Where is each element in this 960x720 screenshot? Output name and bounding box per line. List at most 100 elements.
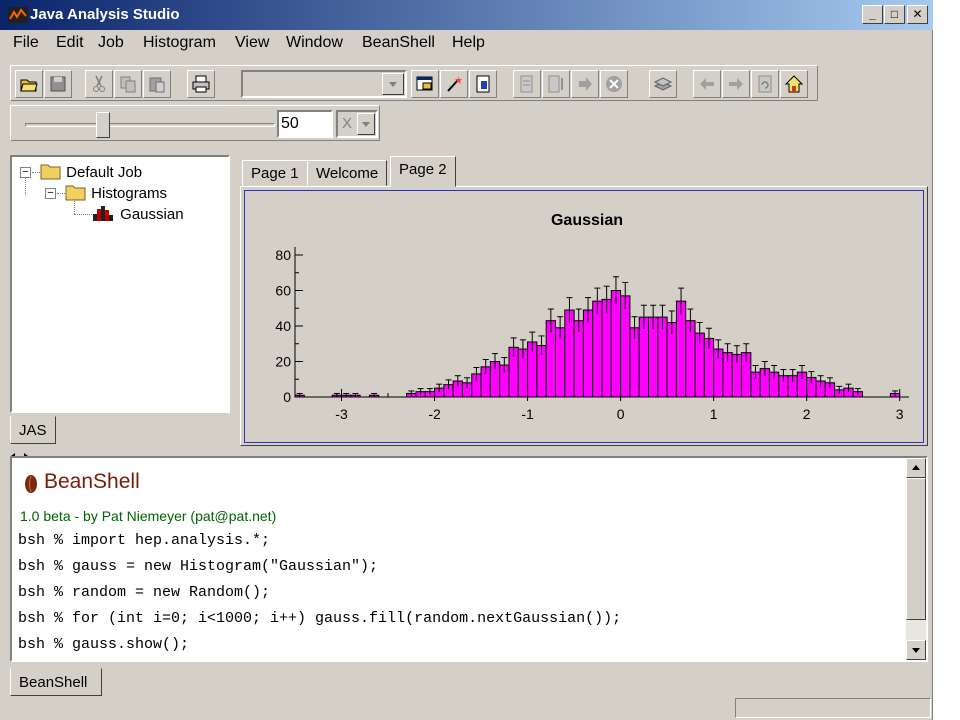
folder-icon: [40, 164, 61, 180]
beanshell-console[interactable]: BeanShell 1.0 beta - by Pat Niemeyer (pa…: [10, 456, 928, 662]
scroll-down-button[interactable]: [906, 640, 926, 660]
back-icon: [700, 78, 714, 90]
forward-icon: [729, 78, 743, 90]
tree-label: Gaussian: [120, 206, 184, 223]
stack-button[interactable]: [649, 70, 677, 98]
y-tick-label: 40: [275, 318, 291, 334]
console-title: BeanShell: [44, 470, 140, 493]
copy-icon: [120, 76, 136, 93]
cut-button[interactable]: [85, 70, 113, 98]
refresh-icon: [758, 75, 772, 93]
x-tick-label: -2: [428, 406, 441, 422]
refresh-button[interactable]: [751, 70, 779, 98]
page-icon: [476, 75, 490, 93]
bin-slider-thumb[interactable]: [95, 112, 110, 138]
bin-count-input[interactable]: [277, 110, 333, 138]
forward-button[interactable]: [722, 70, 750, 98]
y-tick-label: 60: [275, 283, 291, 299]
open-folder-icon: [20, 79, 38, 92]
menu-view[interactable]: View: [235, 34, 269, 52]
menu-histogram[interactable]: Histogram: [143, 34, 216, 52]
x-tick-label: 1: [710, 406, 718, 422]
tab-welcome[interactable]: Welcome: [307, 160, 388, 186]
slider-toolbar: X: [10, 105, 380, 141]
home-button[interactable]: [780, 70, 808, 98]
collapse-toggle-icon[interactable]: −: [20, 167, 31, 178]
histogram-bar: [592, 300, 603, 398]
stop-icon: [606, 76, 622, 92]
open-folder-button[interactable]: [15, 70, 43, 98]
chevron-down-icon[interactable]: [382, 73, 404, 95]
chart-title: Gaussian: [551, 212, 623, 229]
tab-jas[interactable]: JAS: [10, 416, 56, 444]
stop-button[interactable]: [600, 70, 628, 98]
menu-job[interactable]: Job: [98, 34, 124, 52]
histogram-bar: [638, 316, 650, 398]
y-tick-label: 80: [275, 247, 291, 263]
histogram-bar: [648, 316, 659, 398]
main-toolbar: [10, 65, 818, 101]
copy-button[interactable]: [114, 70, 142, 98]
tree-label: Histograms: [91, 185, 168, 202]
scroll-up-icon: [912, 465, 920, 470]
page-button[interactable]: [469, 70, 497, 98]
chevron-down-icon[interactable]: [357, 113, 375, 135]
gaussian-histogram: Gaussian 0 20 40 60 80 -3 -2 -1 0 1 2 3: [275, 212, 909, 422]
console-line: bsh % for (int i=0; i<1000; i++) gauss.f…: [18, 610, 622, 627]
collapse-toggle-icon[interactable]: −: [45, 188, 56, 199]
tab-page-1[interactable]: Page 1: [242, 160, 308, 186]
tab-beanshell[interactable]: BeanShell: [10, 668, 102, 696]
cut-icon: [93, 75, 105, 92]
menu-help[interactable]: Help: [452, 34, 485, 52]
paste-button[interactable]: [143, 70, 171, 98]
save-button[interactable]: [44, 70, 72, 98]
job-list-button[interactable]: [542, 70, 570, 98]
console-line: bsh % random = new Random();: [18, 584, 271, 601]
histogram-bar: [610, 290, 622, 398]
home-icon: [784, 75, 804, 93]
scroll-up-button[interactable]: [906, 458, 926, 478]
menu-edit[interactable]: Edit: [56, 34, 84, 52]
job-tree: − Default Job − Histograms Gaussian: [10, 155, 230, 413]
back-button[interactable]: [693, 70, 721, 98]
title-bar[interactable]: Java Analysis Studio _ □ ✕: [0, 0, 933, 30]
tab-page-2[interactable]: Page 2: [390, 156, 456, 187]
tree-node-default-job[interactable]: Default Job: [40, 162, 142, 181]
unit-combo[interactable]: X: [336, 110, 378, 138]
histogram-icon: [93, 206, 113, 221]
show-plot-icon: [416, 76, 433, 91]
print-icon: [192, 75, 210, 93]
menu-file[interactable]: File: [13, 34, 39, 52]
close-button[interactable]: ✕: [907, 5, 928, 24]
histogram-bar: [675, 300, 687, 398]
job-setup-icon: [520, 75, 533, 93]
menu-beanshell[interactable]: BeanShell: [362, 34, 435, 52]
histogram-bar: [620, 295, 631, 398]
go-icon: [579, 77, 592, 91]
splitter-handle[interactable]: [10, 447, 928, 459]
menu-window[interactable]: Window: [286, 34, 343, 52]
histogram-bar: [582, 309, 594, 398]
show-plot-button[interactable]: [411, 70, 439, 98]
status-bar: [735, 698, 931, 718]
tree-node-gaussian[interactable]: Gaussian: [92, 204, 184, 223]
job-combo[interactable]: [241, 70, 407, 98]
go-button[interactable]: [571, 70, 599, 98]
maximize-button[interactable]: □: [884, 5, 905, 24]
window-title: Java Analysis Studio: [30, 6, 180, 23]
console-line: bsh % gauss.show();: [18, 636, 190, 653]
jas-app-icon: [8, 7, 28, 23]
x-tick-label: 2: [803, 406, 811, 422]
console-scrollbar[interactable]: [906, 458, 926, 660]
wizard-button[interactable]: [440, 70, 468, 98]
histogram-bar: [601, 298, 612, 398]
scrollbar-thumb[interactable]: [906, 478, 926, 620]
plot-area[interactable]: Gaussian 0 20 40 60 80 -3 -2 -1 0 1 2 3: [244, 190, 924, 443]
print-button[interactable]: [187, 70, 215, 98]
tree-node-histograms[interactable]: Histograms: [65, 183, 167, 202]
minimize-button[interactable]: _: [862, 5, 883, 24]
histogram-bar: [564, 309, 575, 398]
y-tick-label: 20: [275, 354, 291, 370]
job-setup-button[interactable]: [513, 70, 541, 98]
bin-slider-track[interactable]: [25, 123, 275, 127]
